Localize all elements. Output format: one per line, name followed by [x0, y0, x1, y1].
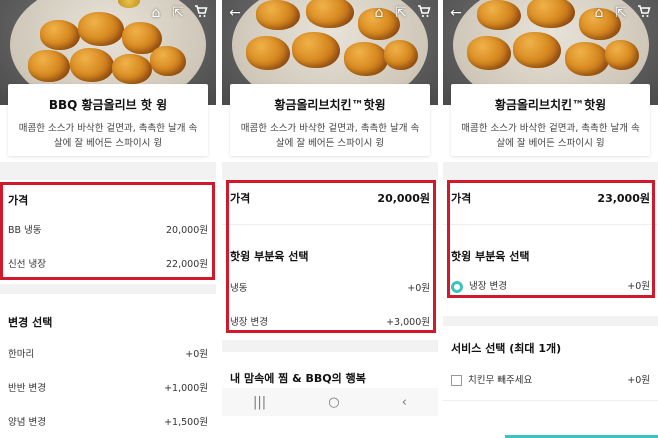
price-value: 23,000원 [597, 192, 650, 205]
share-icon[interactable]: ⇱ [392, 4, 410, 22]
share-icon[interactable]: ⇱ [612, 4, 630, 22]
section-spacer [443, 316, 658, 326]
divider [443, 224, 658, 225]
divider [443, 400, 658, 401]
section-spacer [443, 162, 658, 180]
home-icon[interactable]: ⌂ [147, 4, 165, 22]
product-info-card: 황금올리브치킨™핫윙 매콤한 소스가 바삭한 겉면과, 촉촉한 날개 속 살에 … [451, 84, 650, 156]
part-option-row[interactable]: 냉동 +0원 [230, 280, 430, 294]
part-option-row[interactable]: 냉장 변경 +0원 [451, 278, 650, 293]
bottom-promo-text: 내 맘속에 찜 & BBQ의 행복 [230, 372, 366, 385]
product-info-card: 황금올리브치킨™핫윙 매콤한 소스가 바삭한 겉면과, 촉촉한 날개 속 살에 … [230, 84, 430, 156]
price-header: 가격 23,000원 [451, 192, 650, 205]
section-spacer [222, 340, 438, 352]
comparison-screenshot: ⌂ ⇱ BBQ 황금올리브 핫 윙 매콤한 소스가 바삭한 겉면과, 촉촉한 날… [0, 0, 658, 438]
product-info-card: BBQ 황금올리브 핫 윙 매콤한 소스가 바삭한 겉면과, 촉촉한 날개 속 … [8, 84, 208, 156]
change-option-row[interactable]: 한마리 +0원 [8, 346, 208, 360]
cart-icon[interactable] [192, 4, 210, 22]
product-title: 황금올리브치킨™핫윙 [274, 98, 386, 112]
cart-icon[interactable] [415, 4, 433, 22]
radio-selected-icon[interactable] [451, 280, 463, 293]
home-icon[interactable]: ⌂ [590, 4, 608, 22]
product-description: 매콤한 소스가 바삭한 겉면과, 촉촉한 날개 속 살에 잘 베어든 스파이시 … [461, 123, 640, 149]
change-option-row[interactable]: 반반 변경 +1,000원 [8, 380, 208, 394]
divider [222, 224, 438, 225]
price-option-row[interactable]: 신선 냉장 22,000원 [8, 256, 208, 270]
share-icon[interactable]: ⇱ [169, 4, 187, 22]
part-option-row[interactable]: 냉장 변경 +3,000원 [230, 314, 430, 328]
price-header: 가격 [8, 194, 29, 207]
recent-apps-icon[interactable]: ||| [253, 395, 266, 410]
service-option-row[interactable]: 치킨무 빼주세요 +0원 [451, 372, 650, 386]
section-spacer [222, 162, 438, 180]
change-header: 변경 선택 [8, 316, 53, 329]
section-spacer [0, 162, 216, 180]
product-description: 매콤한 소스가 바삭한 겉면과, 촉촉한 날개 속 살에 잘 베어든 스파이시 … [18, 123, 198, 149]
price-header: 가격 20,000원 [230, 192, 430, 205]
cart-icon[interactable] [635, 4, 653, 22]
menu-panel-3: ← ⌂ ⇱ 황금올리브치킨™핫윙 매콤한 소스가 바삭한 겉면과, 촉촉한 날개… [443, 0, 658, 438]
menu-panel-2: ← ⌂ ⇱ 황금올리브치킨™핫윙 매콤한 소스가 바삭한 겉면과, 촉촉한 날개… [222, 0, 438, 438]
back-nav-icon[interactable]: ‹ [402, 395, 407, 410]
part-header: 핫윙 부분육 선택 [230, 250, 309, 263]
home-button-icon[interactable]: ○ [328, 395, 339, 410]
product-description: 매콤한 소스가 바삭한 겉면과, 촉촉한 날개 속 살에 잘 베어든 스파이시 … [240, 123, 420, 149]
android-nav-bar: ||| ○ ‹ [222, 388, 438, 416]
price-value: 20,000원 [377, 192, 430, 205]
back-icon[interactable]: ← [226, 4, 244, 22]
back-icon[interactable]: ← [447, 4, 465, 22]
product-title: 황금올리브치킨™핫윙 [494, 98, 607, 112]
part-header: 핫윙 부분육 선택 [451, 250, 530, 263]
price-option-row[interactable]: BB 냉동 20,000원 [8, 222, 208, 236]
checkbox-icon[interactable] [451, 375, 462, 386]
change-option-row[interactable]: 양념 변경 +1,500원 [8, 414, 208, 428]
home-icon[interactable]: ⌂ [370, 4, 388, 22]
product-title: BBQ 황금올리브 핫 윙 [48, 98, 168, 112]
section-spacer [0, 284, 216, 294]
service-header: 서비스 선택 (최대 1개) [451, 342, 562, 355]
menu-panel-1: ⌂ ⇱ BBQ 황금올리브 핫 윙 매콤한 소스가 바삭한 겉면과, 촉촉한 날… [0, 0, 216, 438]
